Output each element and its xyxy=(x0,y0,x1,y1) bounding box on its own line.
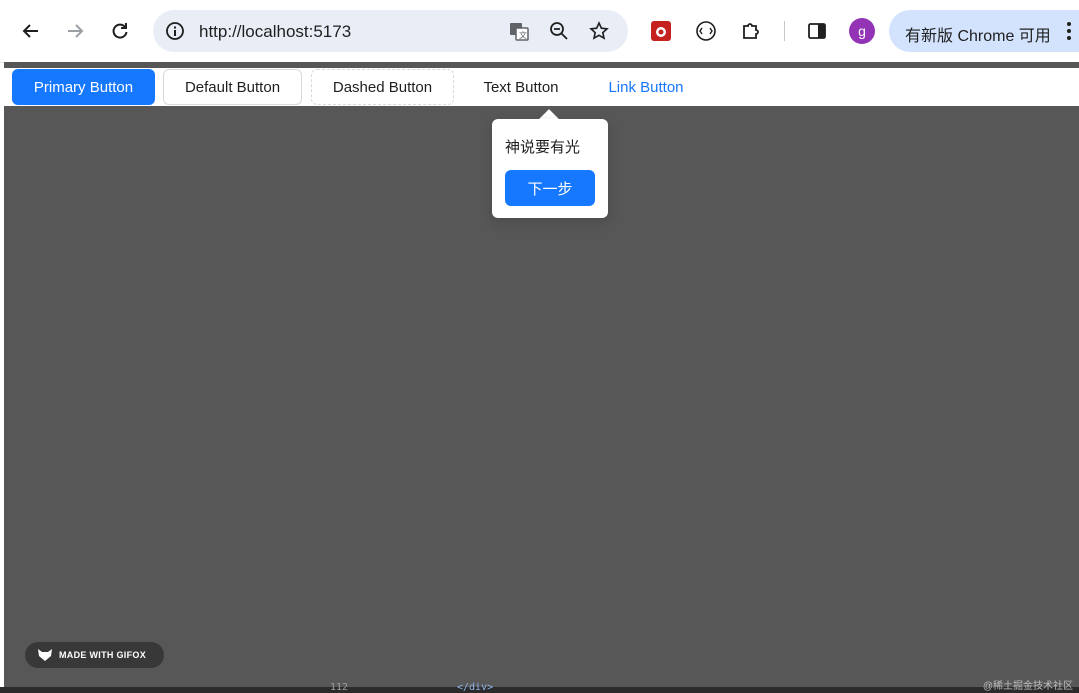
fox-logo-icon xyxy=(38,649,52,661)
forward-arrow-icon xyxy=(68,24,84,38)
translate-button[interactable]: 文 xyxy=(507,19,531,43)
corner-watermark: @稀土掘金技术社区 xyxy=(982,681,1073,692)
extension-circle-icon xyxy=(696,21,716,41)
more-vert-icon[interactable] xyxy=(1061,19,1077,43)
toolbar-divider xyxy=(784,21,785,41)
bookmark-button[interactable] xyxy=(587,19,611,43)
svg-text:文: 文 xyxy=(519,30,527,40)
default-button[interactable]: Default Button xyxy=(163,69,302,105)
side-panel-button[interactable] xyxy=(804,18,830,44)
back-button[interactable] xyxy=(16,16,46,46)
star-icon xyxy=(589,21,609,40)
gifox-watermark: MADE WITH GIFOX xyxy=(25,642,164,668)
profile-avatar[interactable]: g xyxy=(849,18,875,44)
button-row: Primary Button Default Button Dashed But… xyxy=(4,68,1079,106)
zoom-button[interactable] xyxy=(547,19,571,43)
forward-button[interactable] xyxy=(60,16,90,46)
code-line-number: 112 xyxy=(330,682,349,693)
extension-button-2[interactable] xyxy=(693,18,719,44)
reload-icon xyxy=(112,23,128,39)
text-button[interactable]: Text Button xyxy=(462,69,580,105)
puzzle-icon xyxy=(743,23,759,39)
extensions-menu-button[interactable] xyxy=(738,18,764,44)
link-button[interactable]: Link Button xyxy=(586,69,706,105)
side-panel-icon xyxy=(808,23,826,39)
site-info-button[interactable] xyxy=(163,19,187,43)
dashed-button[interactable]: Dashed Button xyxy=(311,69,454,105)
underlying-editor-strip xyxy=(0,687,1079,693)
profile-initial: g xyxy=(858,23,866,39)
address-bar[interactable]: http://localhost:5173 文 xyxy=(153,10,628,52)
gifox-label: MADE WITH GIFOX xyxy=(59,650,146,660)
code-text: </div> xyxy=(457,682,494,693)
update-label: 有新版 Chrome 可用 xyxy=(905,28,1051,45)
tour-next-button[interactable]: 下一步 xyxy=(505,170,595,206)
primary-button[interactable]: Primary Button xyxy=(12,69,155,105)
tour-popover: 神说要有光 下一步 xyxy=(492,119,608,218)
url-text[interactable]: http://localhost:5173 xyxy=(199,22,351,42)
extension-bug-icon xyxy=(651,21,671,41)
reload-button[interactable] xyxy=(105,16,135,46)
extension-button-1[interactable] xyxy=(648,18,674,44)
zoom-icon xyxy=(550,22,568,40)
tour-title: 神说要有光 xyxy=(505,139,581,156)
browser-toolbar: http://localhost:5173 文 g 有新版 Chrome 可用 xyxy=(0,0,1079,63)
info-icon xyxy=(166,22,184,40)
chrome-update-button[interactable]: 有新版 Chrome 可用 xyxy=(889,10,1079,52)
page-viewport: Primary Button Default Button Dashed But… xyxy=(4,62,1079,687)
translate-icon: 文 xyxy=(510,23,529,41)
back-arrow-icon xyxy=(22,24,38,38)
